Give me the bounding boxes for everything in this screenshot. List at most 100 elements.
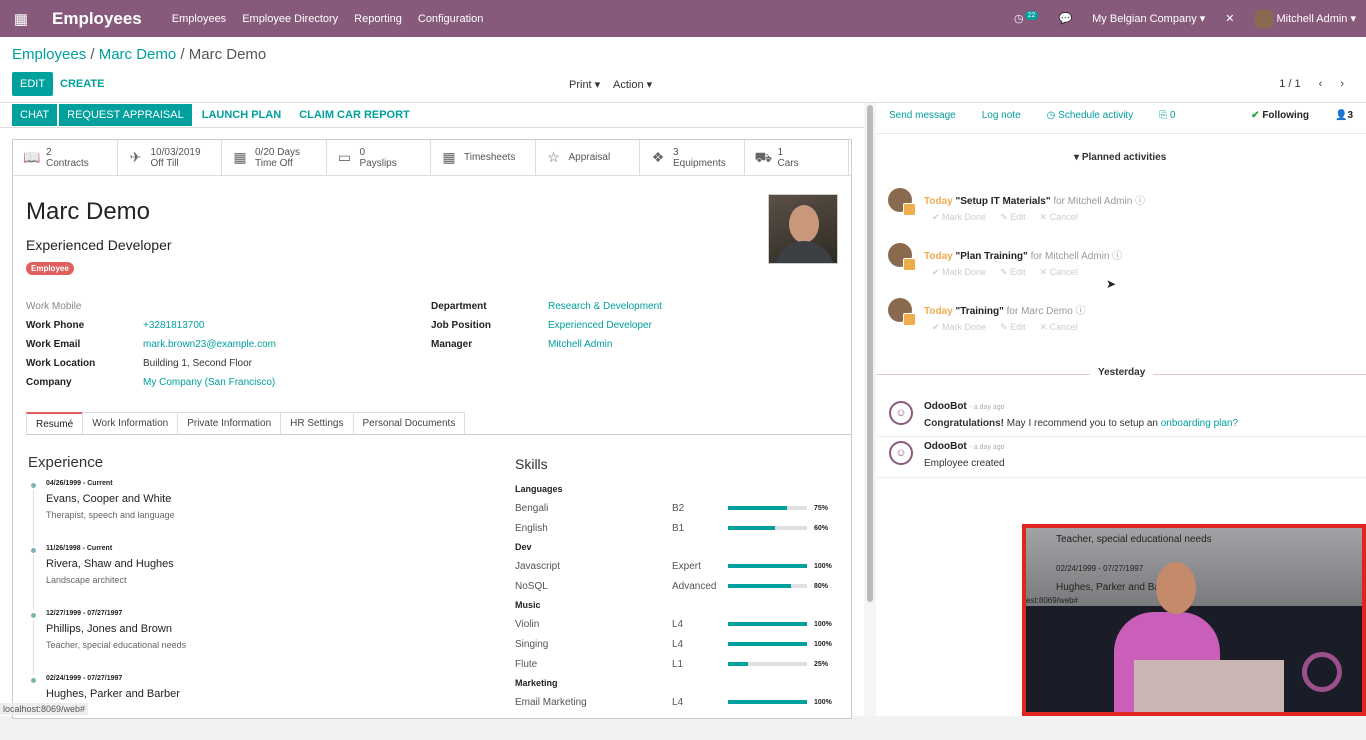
skill-row[interactable]: Flute L1 25% <box>515 654 837 674</box>
chevron-left-icon[interactable]: ‹ <box>1319 78 1323 90</box>
info-icon[interactable]: ⓘ <box>1135 196 1145 207</box>
smart-button[interactable]: ✈ 10/03/2019 Off Till <box>118 140 222 175</box>
info-icon[interactable]: ⓘ <box>1112 251 1122 262</box>
topbar-right: ◷ 22 💬 My Belgian Company ▾ ✕ Mitchell Ad… <box>1014 0 1356 37</box>
activity-due: Today <box>924 251 953 262</box>
apps-menu-icon[interactable]: ▦ <box>2 10 40 28</box>
message-author[interactable]: OdooBot - a day ago <box>924 441 1005 452</box>
employee-tag[interactable]: Employee <box>26 262 74 275</box>
skill-row[interactable]: Violin L4 100% <box>515 614 837 634</box>
skill-progress-bar <box>728 506 807 510</box>
tab-hr-settings[interactable]: HR Settings <box>280 412 354 434</box>
request-appraisal-button[interactable]: REQUEST APPRAISAL <box>59 104 192 126</box>
smart-button[interactable]: ▭ 0 Payslips <box>327 140 431 175</box>
work-location-field[interactable]: Building 1, Second Floor <box>143 358 252 369</box>
tab-resume[interactable]: Resumé <box>26 412 84 434</box>
work-phone-field[interactable]: +3281813700 <box>143 320 204 331</box>
breadcrumb-employees[interactable]: Employees <box>12 46 86 63</box>
message-author-name: OdooBot <box>924 441 967 452</box>
mark-done-button[interactable]: ✔ Mark Done <box>932 212 986 223</box>
smart-button-value: 2 <box>46 146 52 158</box>
smart-button[interactable]: ▦ 0/20 Days Time Off <box>222 140 327 175</box>
app-title[interactable]: Employees <box>52 9 142 29</box>
menu-employee-directory[interactable]: Employee Directory <box>242 13 338 25</box>
send-message-button[interactable]: Send message <box>889 110 956 121</box>
menu-configuration[interactable]: Configuration <box>418 13 483 25</box>
employee-job-title[interactable]: Experienced Developer <box>26 237 172 253</box>
chat-icon[interactable]: 💬 <box>1058 12 1072 25</box>
work-email-field[interactable]: mark.brown23@example.com <box>143 339 276 350</box>
skill-row[interactable]: Bengali B2 75% <box>515 498 837 518</box>
onboarding-plan-link[interactable]: onboarding plan? <box>1161 418 1238 429</box>
edit-button[interactable]: EDIT <box>12 72 54 96</box>
schedule-activity-button[interactable]: ◷ Schedule activity <box>1047 110 1134 121</box>
create-button[interactable]: CREATE <box>60 78 104 90</box>
following-button[interactable]: ✔ Following <box>1251 110 1309 121</box>
department-field[interactable]: Research & Development <box>548 301 662 312</box>
attachments-button[interactable]: ⎘ 0 <box>1159 110 1175 121</box>
edit-activity-button[interactable]: ✎ Edit <box>1000 322 1026 333</box>
attachments-count: 0 <box>1170 110 1176 121</box>
chat-button[interactable]: CHAT <box>12 104 58 126</box>
smart-button[interactable]: ▦ Timesheets <box>431 140 536 175</box>
mark-done-button[interactable]: ✔ Mark Done <box>932 322 986 333</box>
activity-summary[interactable]: Today "Setup IT Materials" for Mitchell … <box>924 192 1145 207</box>
company-field[interactable]: My Company (San Francisco) <box>143 377 275 388</box>
smart-button-caption: Time Off <box>255 157 293 169</box>
smart-button-caption: Off Till <box>150 157 179 169</box>
experience-item[interactable]: 11/26/1998 - Current Rivera, Shaw and Hug… <box>31 545 186 610</box>
employee-photo[interactable] <box>768 194 838 264</box>
menu-reporting[interactable]: Reporting <box>354 13 402 25</box>
menu-employees[interactable]: Employees <box>172 13 226 25</box>
skill-row[interactable]: English B1 60% <box>515 518 837 538</box>
followers-button[interactable]: 👤3 <box>1335 110 1353 121</box>
planned-activities-toggle[interactable]: ▾ Planned activities <box>1074 152 1166 163</box>
info-icon[interactable]: ⓘ <box>1076 306 1086 317</box>
smart-button[interactable]: ☆ Appraisal <box>536 140 640 175</box>
user-menu[interactable]: Mitchell Admin ▾ <box>1254 9 1356 28</box>
tab-private-information[interactable]: Private Information <box>177 412 282 434</box>
smart-button[interactable]: ⛟ 1 Cars <box>745 140 849 175</box>
skill-row[interactable]: Javascript Expert 100% <box>515 556 837 576</box>
chevron-right-icon[interactable]: › <box>1340 78 1344 90</box>
experience-title: Experience <box>28 454 104 471</box>
message-author[interactable]: OdooBot - a day ago <box>924 401 1005 412</box>
mark-done-button[interactable]: ✔ Mark Done <box>932 267 986 278</box>
edit-activity-button[interactable]: ✎ Edit <box>1000 212 1026 223</box>
experience-item[interactable]: 12/27/1999 - 07/27/1997 Phillips, Jones a… <box>31 610 186 675</box>
company-switcher[interactable]: My Belgian Company ▾ <box>1092 12 1205 25</box>
close-icon[interactable]: ✕ <box>1225 12 1234 25</box>
timeline-dot <box>31 483 36 488</box>
action-dropdown[interactable]: Action ▾ <box>613 78 652 91</box>
smart-button[interactable]: ❖ 3 Equipments <box>640 140 745 175</box>
employee-name[interactable]: Marc Demo <box>26 198 150 226</box>
form-scrollbar[interactable] <box>864 103 876 716</box>
breadcrumb-current: Marc Demo <box>188 46 267 63</box>
activity-title: "Plan Training" <box>955 251 1028 262</box>
activity-summary[interactable]: Today "Training" for Marc Demo ⓘ <box>924 302 1086 317</box>
work-location-label: Work Location <box>26 358 96 369</box>
schedule-activity-label: Schedule activity <box>1058 110 1134 121</box>
cancel-activity-button[interactable]: ✕ Cancel <box>1040 322 1078 333</box>
print-dropdown[interactable]: Print ▾ <box>569 78 600 91</box>
log-note-button[interactable]: Log note <box>982 110 1021 121</box>
manager-field[interactable]: Mitchell Admin <box>548 339 612 350</box>
cancel-activity-button[interactable]: ✕ Cancel <box>1040 267 1078 278</box>
activity-summary[interactable]: Today "Plan Training" for Mitchell Admin… <box>924 247 1122 262</box>
pager-value[interactable]: 1 / 1 <box>1279 78 1300 90</box>
cancel-activity-button[interactable]: ✕ Cancel <box>1040 212 1078 223</box>
job-position-field[interactable]: Experienced Developer <box>548 320 652 331</box>
scrollbar-thumb[interactable] <box>867 105 873 602</box>
experience-item[interactable]: 04/26/1999 - Current Evans, Cooper and Wh… <box>31 480 186 545</box>
skill-row[interactable]: Email Marketing L4 100% <box>515 692 837 712</box>
skill-row[interactable]: NoSQL Advanced 80% <box>515 576 837 596</box>
launch-plan-button[interactable]: LAUNCH PLAN <box>194 104 289 126</box>
activity-icon[interactable]: ◷ 22 <box>1014 11 1039 25</box>
tab-work-information[interactable]: Work Information <box>82 412 179 434</box>
smart-button[interactable]: 📖 2 Contracts <box>13 140 118 175</box>
skill-row[interactable]: Singing L4 100% <box>515 634 837 654</box>
breadcrumb-parent[interactable]: Marc Demo <box>99 46 177 63</box>
edit-activity-button[interactable]: ✎ Edit <box>1000 267 1026 278</box>
tab-personal-documents[interactable]: Personal Documents <box>352 412 466 434</box>
claim-car-report-button[interactable]: CLAIM CAR REPORT <box>291 104 418 126</box>
